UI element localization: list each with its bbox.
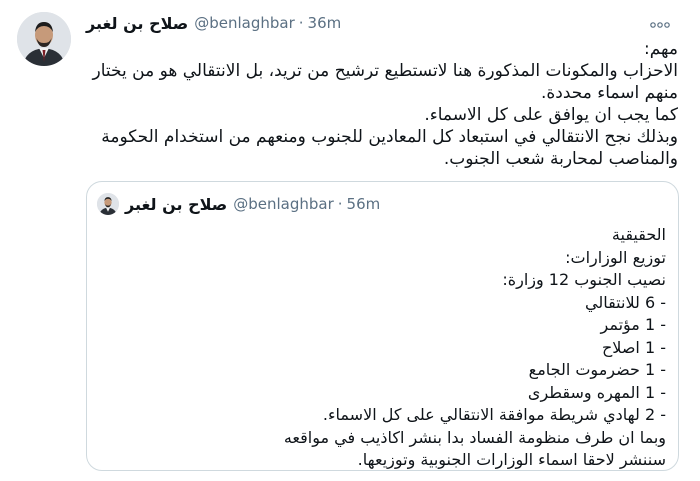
avatar[interactable] — [17, 12, 71, 66]
quoted-text-line: - 1 مؤتمر — [600, 315, 667, 334]
tweet-time[interactable]: 36m — [308, 14, 342, 32]
quoted-text-line: - 1 المهره وسقطرى — [527, 382, 666, 402]
quoted-separator-dot: · — [337, 195, 343, 213]
quoted-author-handle[interactable]: @benlaghbar — [233, 195, 334, 213]
tweet-text-line: مهم: — [644, 39, 678, 59]
author-handle[interactable]: @benlaghbar — [194, 14, 295, 32]
quoted-avatar — [97, 193, 119, 215]
more-horizontal-icon — [650, 13, 670, 32]
quoted-text-line: الحقيقية — [611, 225, 666, 244]
author-name[interactable]: صلاح بن لغبر — [86, 14, 188, 33]
tweet-text-line: والمناصب لمحاربة شعب الجنوب. — [443, 149, 678, 169]
quoted-text-line: سننشر لاحقا اسماء الوزارات الجنوبية وتوز… — [357, 450, 666, 469]
quoted-tweet[interactable]: صلاح بن لغبر @benlaghbar · 56m الحقيقية … — [86, 181, 679, 471]
quoted-tweet-text: الحقيقية توزيع الوزارات: نصيب الجنوب 12 … — [99, 224, 667, 470]
tweet-text-line: الاحزاب والمكونات المذكورة هنا لاتستطيع … — [92, 61, 678, 81]
quoted-tweet-header: صلاح بن لغبر @benlaghbar · 56m — [97, 192, 668, 216]
quoted-tweet-time[interactable]: 56m — [347, 195, 381, 213]
more-button[interactable] — [646, 12, 674, 32]
tweet: صلاح بن لغبر @benlaghbar · 36m مهم: الاح… — [0, 0, 700, 481]
quoted-text-line: - 1 حضرموت الجامع — [528, 360, 666, 379]
tweet-text: مهم: الاحزاب والمكونات المذكورة هنا لاتس… — [86, 38, 678, 170]
tweet-text-line: كما يجب ان يوافق على كل الاسماء. — [424, 105, 678, 125]
tweet-header: صلاح بن لغبر @benlaghbar · 36m — [86, 12, 640, 34]
quoted-text-line: - 1 اصلاح — [601, 337, 666, 357]
tweet-text-line: منهم اسماء محددة. — [540, 83, 678, 103]
quoted-author-name[interactable]: صلاح بن لغبر — [125, 195, 227, 214]
tweet-text-line: وبذلك نجح الانتقالي في استبعاد كل المعاد… — [101, 127, 678, 147]
separator-dot: · — [298, 14, 304, 32]
quoted-text-line: توزيع الوزارات: — [565, 247, 666, 267]
quoted-text-line: - 6 للانتقالي — [584, 292, 666, 312]
quoted-text-line: - 2 لهادي شريطة موافقة الانتقالي على كل … — [322, 405, 666, 424]
quoted-text-line: وبما ان طرف منظومة الفساد بدا بنشر اكاذي… — [283, 427, 666, 447]
quoted-text-line: نصيب الجنوب 12 وزارة: — [502, 270, 666, 289]
